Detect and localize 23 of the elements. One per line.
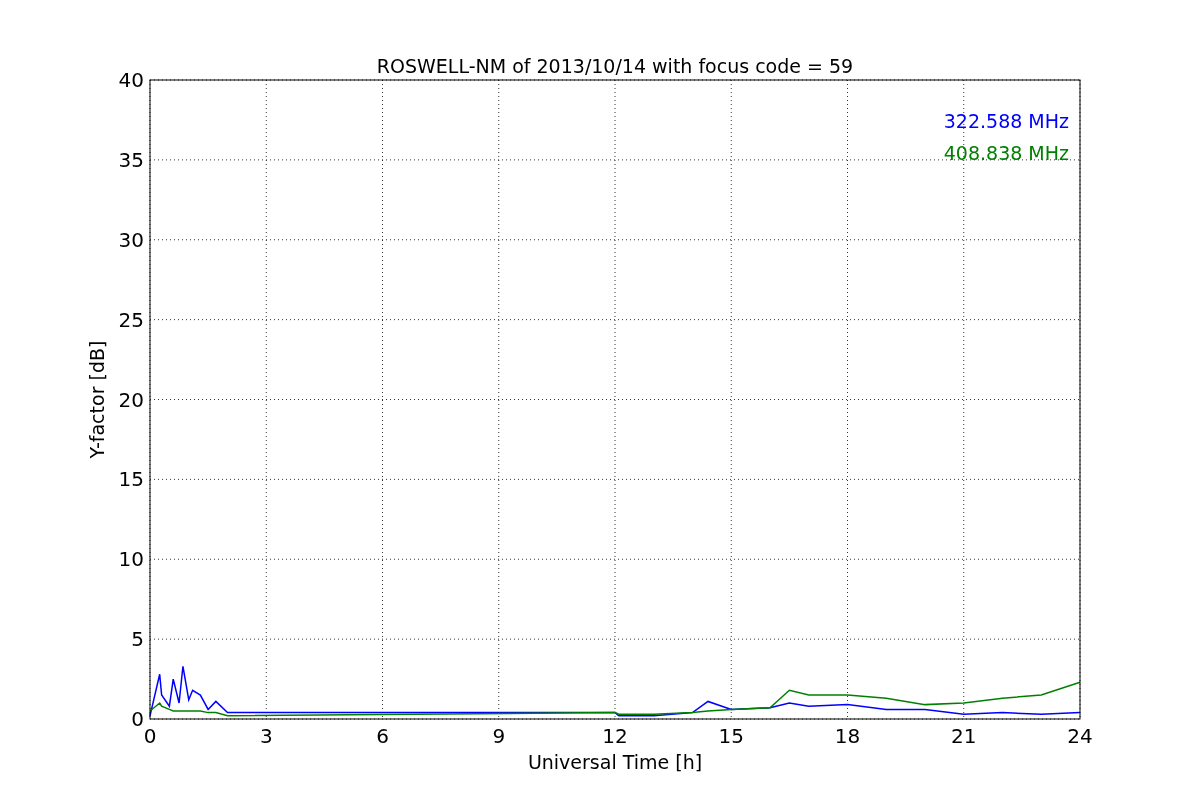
y-tick-label: 40	[118, 68, 144, 92]
x-tick-label: 24	[1067, 724, 1093, 748]
y-tick-label: 0	[131, 707, 144, 731]
legend-label: 322.588 MHz	[943, 110, 1069, 132]
y-axis-label: Y-factor [dB]	[86, 340, 108, 459]
x-axis-label: Universal Time [h]	[527, 751, 703, 773]
y-tick-label: 25	[118, 307, 144, 332]
y-tick-label: 20	[118, 387, 144, 412]
x-tick-label: 6	[376, 724, 389, 748]
y-tick-label: 15	[118, 467, 144, 492]
x-tick-label: 12	[602, 724, 628, 748]
x-tick-label: 18	[834, 724, 861, 748]
legend-label: 408.838 MHz	[943, 142, 1069, 164]
y-tick-label: 10	[118, 547, 144, 572]
x-tick-label: 15	[718, 724, 744, 748]
x-tick-label: 3	[259, 724, 273, 748]
y-tick-label: 5	[131, 627, 144, 652]
y-tick-label: 30	[118, 227, 144, 252]
x-tick-label: 21	[951, 724, 977, 748]
chart-title: ROSWELL-NM of 2013/10/14 with focus code = 59	[376, 55, 854, 77]
x-tick-label: 0	[143, 724, 157, 748]
x-tick-label: 9	[492, 724, 506, 748]
y-tick-label: 35	[118, 147, 144, 172]
